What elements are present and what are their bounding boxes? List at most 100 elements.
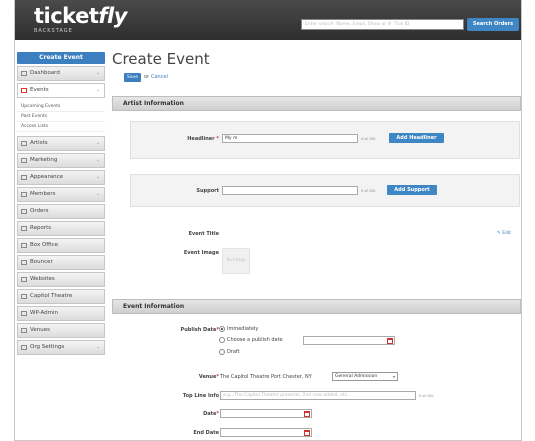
end-date-label: End Date [193,430,219,436]
chevron-down-icon: ⌄ [95,157,100,163]
venues-icon [21,328,27,333]
settings-icon [21,345,27,350]
sidebar-item-websites[interactable]: Websites [17,272,105,287]
subnav-access-lists[interactable]: Access Lists [17,122,105,132]
publish-choose-date-radio[interactable]: Choose a publish date [219,337,283,343]
sidebar-item-label: Events [30,87,49,93]
headliner-label-text: Headliner [187,136,215,142]
ticketfly-logo[interactable]: ticketfly [34,4,127,28]
sidebar-item-venues[interactable]: Venues [17,323,105,338]
headliner-input[interactable]: My m [222,134,358,143]
publish-draft-radio[interactable]: Draft [219,349,240,355]
main-content: Create Event Save or Cancel Artist Infor… [112,40,521,440]
calendar-icon [21,88,27,93]
sidebar-item-box-office[interactable]: Box Office [17,238,105,253]
chevron-down-icon: ⌄ [95,87,100,93]
app-frame: ticketfly BACKSTAGE Enter search: Name, … [14,0,522,441]
logo-subtitle: BACKSTAGE [34,28,73,34]
sidebar-item-label: Marketing [30,157,58,163]
chevron-down-icon: ⌄ [95,174,100,180]
save-button[interactable]: Save [124,73,141,82]
chevron-down-icon: ⌄ [95,344,100,350]
cancel-link[interactable]: Cancel [151,74,168,80]
event-image-placeholder[interactable]: No Image [222,248,250,274]
events-subnav: Upcoming Events Past Events Access Lists [17,100,105,134]
sidebar-item-label: Org Settings [30,344,65,350]
top-line-info-input[interactable]: e.g., The Capitol Theatre presents, 2nd … [220,391,416,400]
sidebar-item-label: Orders [30,208,49,214]
publish-date-label-text: Publish Date [180,327,217,333]
sidebar-item-artists[interactable]: Artists ⌄ [17,136,105,151]
box-office-icon [21,243,27,248]
create-event-button[interactable]: Create Event [17,52,105,64]
sidebar-item-label: Artists [30,140,48,146]
sidebar-item-label: Capitol Theatre [30,293,73,299]
date-input[interactable] [220,409,312,418]
event-information-header: Event Information [112,299,521,314]
sidebar-item-appearance[interactable]: Appearance ⌄ [17,170,105,185]
support-input[interactable] [222,186,358,195]
members-icon [21,192,27,197]
reports-icon [21,226,27,231]
artist-information-header: Artist Information [112,96,521,111]
sidebar-item-label: WP-Admin [30,310,59,316]
sidebar-item-orders[interactable]: Orders [17,204,105,219]
wordpress-icon [21,311,27,316]
admission-type-select[interactable]: General Admission ▾ [332,372,398,381]
search-input[interactable]: Enter search: Name, Email, Show or #: Ti… [301,19,464,30]
sidebar-item-org-settings[interactable]: Org Settings ⌄ [17,340,105,355]
logo-accent-text: fly [98,4,127,28]
input-placeholder: e.g., The Capitol Theatre presents, 2nd … [223,393,349,398]
chevron-down-icon: ▾ [392,374,395,379]
sidebar-item-capitol-theatre[interactable]: Capitol Theatre [17,289,105,304]
add-support-button[interactable]: Add Support [387,185,437,195]
add-headliner-button[interactable]: Add Headliner [389,133,444,143]
orders-icon [21,209,27,214]
venue-value: The Capitol Theatre Port Chester, NY [220,374,312,380]
date-label: Date* [152,411,219,417]
publish-date-input[interactable] [303,336,395,345]
sidebar-item-label: Venues [30,327,50,333]
end-date-input[interactable] [220,428,312,437]
venue-label-text: Venue [198,374,217,380]
sidebar-item-members[interactable]: Members ⌄ [17,187,105,202]
sidebar-item-label: Box Office [30,242,59,248]
calendar-icon[interactable] [304,411,310,417]
paint-icon [21,175,27,180]
sidebar-item-reports[interactable]: Reports [17,221,105,236]
artists-icon [21,141,27,146]
edit-link[interactable]: ✎ Edit [497,231,511,236]
edit-link-text: Edit [502,231,511,236]
chevron-down-icon: ⌄ [95,191,100,197]
calendar-icon[interactable] [387,338,393,344]
subnav-upcoming-events[interactable]: Upcoming Events [17,102,105,112]
sidebar-item-events[interactable]: Events ⌄ [17,83,105,98]
support-label: Support [196,188,219,194]
date-label-text: Date [203,411,217,417]
required-marker: * [216,374,219,380]
required-marker: * [216,411,219,417]
sidebar-item-label: Bouncer [30,259,53,265]
publish-date-label: Publish Date* [152,327,219,333]
chevron-down-icon: ⌄ [95,140,100,146]
radio-label: Choose a publish date [227,337,283,343]
support-char-count: 0 of 100 [361,189,376,193]
publish-immediately-radio[interactable]: Immediately [219,326,258,332]
sidebar-item-bouncer[interactable]: Bouncer [17,255,105,270]
search-orders-button[interactable]: Search Orders [467,18,519,31]
sidebar-item-dashboard[interactable]: Dashboard ⌄ [17,66,105,81]
event-title-label: Event Title [188,231,219,237]
sidebar-item-wp-admin[interactable]: WP-Admin [17,306,105,321]
sidebar-item-label: Websites [30,276,55,282]
sidebar-item-marketing[interactable]: Marketing ⌄ [17,153,105,168]
sidebar: Create Event Dashboard ⌄ Events ⌄ Upcoming… [15,40,107,440]
sidebar-item-label: Reports [30,225,52,231]
calendar-icon[interactable] [304,430,310,436]
subnav-past-events[interactable]: Past Events [17,112,105,122]
sidebar-item-label: Dashboard [30,70,60,76]
top-line-char-count: 0 of 100 [419,394,434,398]
chevron-down-icon: ⌄ [95,70,100,76]
radio-label: Draft [227,349,240,355]
sidebar-item-label: Appearance [30,174,64,180]
globe-icon [21,277,27,282]
